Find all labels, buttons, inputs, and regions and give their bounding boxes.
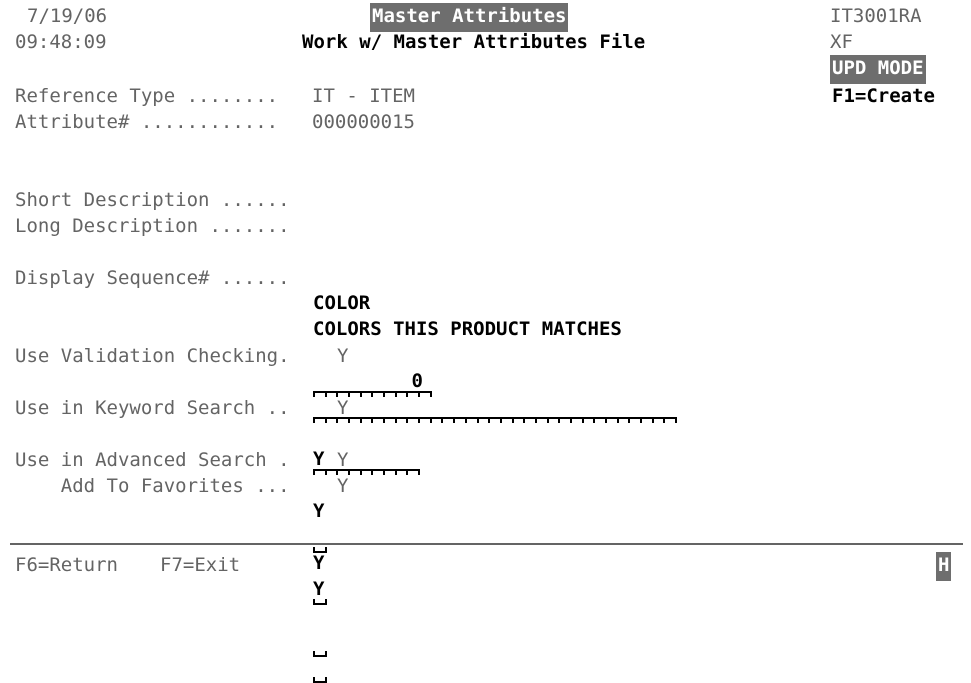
attribute-number-value: 000000015 [312, 111, 415, 133]
program-id: IT3001RA [830, 5, 922, 27]
function-key-f6-return[interactable]: F6=Return [15, 553, 118, 579]
add-to-favorites-field-rule [313, 676, 327, 683]
add-to-favorites-label: Add To Favorites ... [15, 475, 290, 497]
keyword-search-value: Y [313, 499, 325, 522]
screen-row-display-sequence: Display Sequence# ...... 0 [0, 266, 971, 475]
function-key-separator [10, 543, 963, 545]
advanced-search-value: Y [313, 551, 325, 574]
validation-checking-label: Use Validation Checking. [15, 345, 290, 367]
workstation-id: XF [830, 31, 853, 53]
screen-title: Master Attributes [370, 3, 569, 32]
short-description-value: COLOR [313, 291, 371, 314]
short-description-label: Short Description ...... [15, 189, 290, 211]
screen-row-5: Attribute# ............ 000000015 [0, 110, 971, 136]
screen-row-advanced-search: Use in Advanced Search . Y Y [0, 448, 971, 657]
long-description-value: COLORS THIS PRODUCT MATCHES [313, 317, 622, 340]
long-description-field-rule [313, 416, 677, 423]
screen-row-4: Reference Type ........ IT - ITEM F1=Cre… [0, 84, 971, 110]
screen-row-1: 7/19/06 Master Attributes IT3001RA [0, 3, 971, 32]
terminal-screen: 7/19/06 Master Attributes IT3001RA 09:48… [0, 0, 971, 683]
system-indicator: H [936, 552, 952, 581]
add-to-favorites-allowed: Y [337, 475, 349, 497]
function-key-f7-exit[interactable]: F7=Exit [160, 553, 240, 579]
reference-type-label: Reference Type ........ [15, 85, 279, 107]
screen-row-2: 09:48:09 Work w/ Master Attributes File … [0, 30, 971, 56]
keyword-search-label: Use in Keyword Search .. [15, 397, 290, 419]
status-badge: UPD MODE [830, 55, 926, 84]
screen-row-3: UPD MODE [0, 55, 971, 84]
long-description-label: Long Description ....... [15, 215, 290, 237]
system-time: 09:48:09 [15, 31, 107, 53]
add-to-favorites-input[interactable]: Y [313, 525, 382, 683]
screen-row-long-description: Long Description ....... COLORS THIS PRO… [0, 214, 971, 423]
advanced-search-label: Use in Advanced Search . [15, 449, 290, 471]
attribute-number-label: Attribute# ............ [15, 111, 279, 133]
display-sequence-value: 0 [411, 369, 423, 392]
screen-row-validation-checking: Use Validation Checking. Y Y [0, 344, 971, 553]
add-to-favorites-value: Y [313, 577, 325, 600]
reference-type-value: IT - ITEM [312, 85, 415, 107]
validation-checking-value: Y [313, 447, 325, 470]
screen-row-short-description: Short Description ...... COLOR [0, 188, 971, 397]
system-date: 7/19/06 [27, 5, 108, 27]
display-sequence-label: Display Sequence# ...... [15, 267, 290, 289]
screen-row-function-keys: F6=Return F7=Exit H [0, 552, 971, 581]
screen-subtitle: Work w/ Master Attributes File [302, 31, 646, 53]
create-key-hint[interactable]: F1=Create [832, 84, 935, 110]
screen-row-add-to-favorites: Add To Favorites ... Y Y [0, 474, 971, 683]
validation-checking-allowed: Y [337, 345, 349, 367]
